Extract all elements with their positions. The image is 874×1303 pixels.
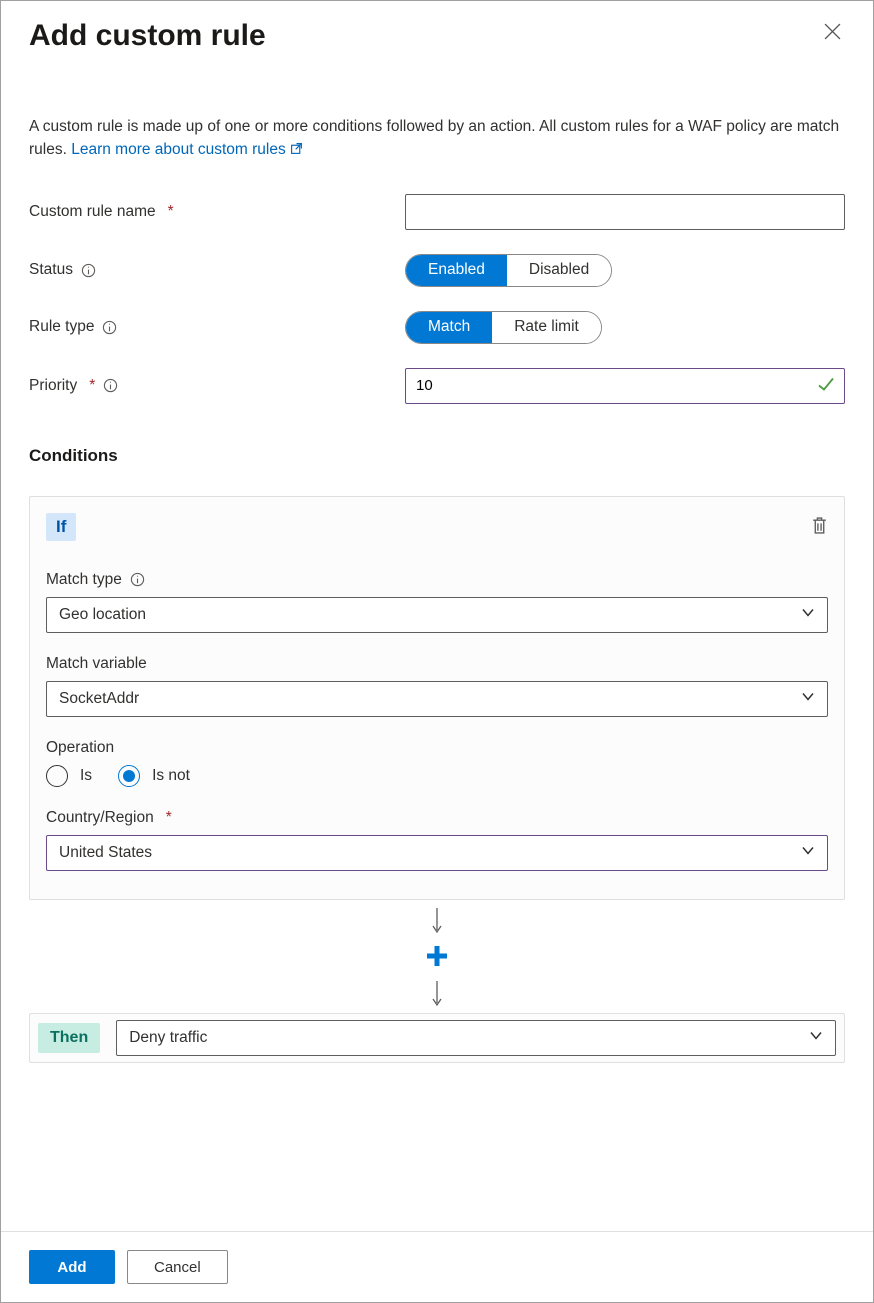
label-text: Rule type xyxy=(29,318,94,336)
operation-radio-group: Is Is not xyxy=(46,765,828,787)
required-indicator: * xyxy=(89,377,95,395)
info-icon[interactable] xyxy=(103,378,118,393)
label-text: Match type xyxy=(46,571,122,589)
plus-icon xyxy=(425,955,449,971)
then-badge: Then xyxy=(38,1023,100,1053)
label-text: Operation xyxy=(46,739,114,757)
if-badge: If xyxy=(46,513,76,541)
status-toggle: Enabled Disabled xyxy=(405,254,612,287)
operation-radio-is-not-label: Is not xyxy=(152,767,190,785)
add-button[interactable]: Add xyxy=(29,1250,115,1284)
external-link-icon xyxy=(290,141,303,158)
panel-content: Add custom rule A custom rule is made up… xyxy=(1,1,873,1231)
select-value: United States xyxy=(59,844,152,862)
operation-radio-is-not[interactable] xyxy=(118,765,140,787)
condition-connector xyxy=(29,900,845,1013)
label-match-type: Match type xyxy=(46,571,828,589)
label-custom-rule-name: Custom rule name * xyxy=(29,203,405,221)
select-value: Geo location xyxy=(59,606,146,624)
label-text: Priority xyxy=(29,377,77,395)
trash-icon xyxy=(811,522,828,538)
label-status: Status xyxy=(29,261,405,279)
field-row-priority: Priority * xyxy=(29,368,845,404)
label-rule-type: Rule type xyxy=(29,318,405,336)
delete-condition-button[interactable] xyxy=(811,516,828,538)
label-text: Match variable xyxy=(46,655,147,673)
required-indicator: * xyxy=(166,809,172,827)
operation-radio-is[interactable] xyxy=(46,765,68,787)
field-row-status: Status Enabled Disabled xyxy=(29,254,845,287)
status-option-disabled[interactable]: Disabled xyxy=(507,255,611,286)
info-icon[interactable] xyxy=(102,320,117,335)
rule-type-option-match[interactable]: Match xyxy=(406,312,492,343)
operation-radio-is-label: Is xyxy=(80,767,92,785)
condition-card: If Match type Geo location xyxy=(29,496,845,900)
select-value: Deny traffic xyxy=(129,1029,207,1047)
panel-footer: Add Cancel xyxy=(1,1231,873,1302)
check-icon xyxy=(817,375,835,396)
label-operation: Operation xyxy=(46,739,828,757)
page-title: Add custom rule xyxy=(29,19,266,53)
rule-type-option-rate-limit[interactable]: Rate limit xyxy=(492,312,601,343)
chevron-down-icon xyxy=(801,689,815,708)
info-icon[interactable] xyxy=(81,263,96,278)
learn-more-label: Learn more about custom rules xyxy=(71,141,286,158)
custom-rule-name-input[interactable] xyxy=(405,194,845,230)
chevron-down-icon xyxy=(809,1028,823,1047)
chevron-down-icon xyxy=(801,843,815,862)
label-country: Country/Region * xyxy=(46,809,828,827)
info-icon[interactable] xyxy=(130,572,145,587)
conditions-heading: Conditions xyxy=(29,446,845,466)
label-text: Status xyxy=(29,261,73,279)
arrow-down-icon xyxy=(430,981,444,1007)
label-text: Custom rule name xyxy=(29,203,156,221)
learn-more-link[interactable]: Learn more about custom rules xyxy=(71,141,303,158)
field-row-name: Custom rule name * xyxy=(29,194,845,230)
rule-type-toggle: Match Rate limit xyxy=(405,311,602,344)
match-type-select[interactable]: Geo location xyxy=(46,597,828,633)
panel-header: Add custom rule xyxy=(29,19,845,53)
arrow-down-icon xyxy=(430,908,444,934)
then-row: Then Deny traffic xyxy=(29,1013,845,1063)
label-priority: Priority * xyxy=(29,377,405,395)
priority-input[interactable] xyxy=(405,368,845,404)
field-match-variable: Match variable SocketAddr xyxy=(46,655,828,717)
country-select[interactable]: United States xyxy=(46,835,828,871)
priority-input-wrap xyxy=(405,368,845,404)
close-icon xyxy=(824,27,841,43)
field-match-type: Match type Geo location xyxy=(46,571,828,633)
field-row-rule-type: Rule type Match Rate limit xyxy=(29,311,845,344)
cancel-button[interactable]: Cancel xyxy=(127,1250,228,1284)
match-variable-select[interactable]: SocketAddr xyxy=(46,681,828,717)
close-button[interactable] xyxy=(820,19,845,47)
field-country: Country/Region * United States xyxy=(46,809,828,871)
intro-text: A custom rule is made up of one or more … xyxy=(29,115,845,162)
add-condition-button[interactable] xyxy=(425,944,449,971)
action-select[interactable]: Deny traffic xyxy=(116,1020,836,1056)
condition-header: If xyxy=(46,513,828,541)
chevron-down-icon xyxy=(801,605,815,624)
label-match-variable: Match variable xyxy=(46,655,828,673)
select-value: SocketAddr xyxy=(59,690,139,708)
status-option-enabled[interactable]: Enabled xyxy=(406,255,507,286)
add-custom-rule-panel: Add custom rule A custom rule is made up… xyxy=(0,0,874,1303)
label-text: Country/Region xyxy=(46,809,154,827)
field-operation: Operation Is Is not xyxy=(46,739,828,787)
required-indicator: * xyxy=(168,203,174,221)
